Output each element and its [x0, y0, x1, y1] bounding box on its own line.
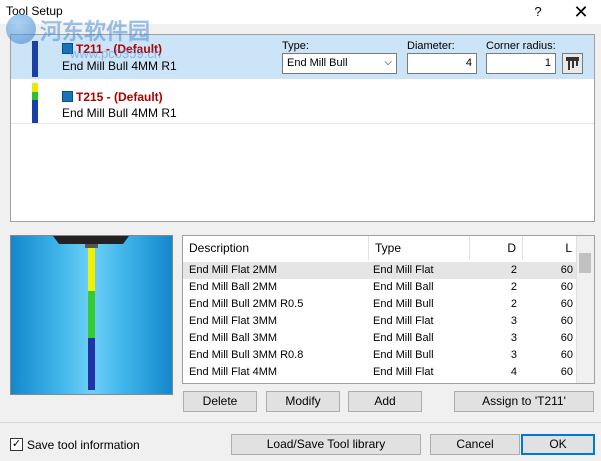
- help-button[interactable]: ?: [528, 2, 548, 22]
- type-select[interactable]: End Mill Bull ⌵: [282, 53, 397, 74]
- modify-button[interactable]: Modify: [266, 391, 340, 412]
- cell-description: End Mill Flat 2MM: [189, 264, 278, 276]
- watermark-text: 河东软件园: [40, 19, 151, 44]
- table-row[interactable]: End Mill Bull 2MM R0.5 End Mill Bull 2 60: [183, 296, 579, 313]
- column-header-type[interactable]: Type: [369, 236, 470, 260]
- cell-description: End Mill Bull 3MM R0.8: [189, 349, 304, 361]
- cell-type: End Mill Bull: [373, 298, 434, 310]
- tool-preview: [10, 235, 173, 395]
- add-button[interactable]: Add: [348, 391, 422, 412]
- cell-description: End Mill Ball 2MM: [189, 281, 278, 293]
- cell-type: End Mill Flat: [373, 315, 434, 327]
- table-row[interactable]: End Mill Flat 2MM End Mill Flat 2 60: [183, 262, 579, 279]
- column-header-l[interactable]: L: [523, 236, 579, 260]
- delete-button[interactable]: Delete: [183, 391, 257, 412]
- tool-color-bar: [32, 41, 38, 77]
- cell-d: 3: [510, 332, 517, 344]
- table-row[interactable]: End Mill Ball 2MM End Mill Ball 2 60: [183, 279, 579, 296]
- table-row[interactable]: End Mill Flat 4MM End Mill Flat 4 60: [183, 364, 579, 381]
- table-row[interactable]: End Mill Flat 3MM End Mill Flat 3 60: [183, 313, 579, 330]
- cell-description: End Mill Flat 3MM: [189, 315, 278, 327]
- cell-l: 60: [560, 298, 573, 310]
- cell-d: 3: [510, 349, 517, 361]
- divider: [0, 422, 601, 423]
- cell-l: 60: [560, 366, 573, 378]
- tool-color-chip: [62, 91, 73, 102]
- tool-description: End Mill Bull 4MM R1: [62, 59, 177, 73]
- tool-preview-drawing: [53, 236, 129, 390]
- cancel-button[interactable]: Cancel: [430, 434, 520, 455]
- cell-type: End Mill Bull: [373, 349, 434, 361]
- diameter-input[interactable]: 4: [407, 53, 477, 74]
- column-header-d[interactable]: D: [470, 236, 523, 260]
- tool-holder-icon: [566, 57, 579, 70]
- load-save-library-button[interactable]: Load/Save Tool library: [231, 434, 421, 455]
- cell-d: 3: [510, 315, 517, 327]
- cell-type: End Mill Ball: [373, 332, 434, 344]
- cell-d: 2: [510, 298, 517, 310]
- cell-l: 60: [560, 332, 573, 344]
- tool-library-list[interactable]: Description Type D L End Mill Flat 2MM En…: [182, 235, 595, 384]
- cell-description: End Mill Ball 3MM: [189, 332, 278, 344]
- cell-d: 2: [510, 264, 517, 276]
- table-row[interactable]: End Mill Ball 3MM End Mill Ball 3 60: [183, 330, 579, 347]
- tool-color-bar: [32, 83, 38, 123]
- cell-type: End Mill Ball: [373, 281, 434, 293]
- watermark-logo-icon: [6, 14, 36, 44]
- cell-type: End Mill Flat: [373, 264, 434, 276]
- vertical-scrollbar[interactable]: [576, 236, 594, 383]
- cell-l: 60: [560, 281, 573, 293]
- tool-row-t215[interactable]: T215 - (Default) End Mill Bull 4MM R1: [11, 80, 594, 124]
- corner-radius-input[interactable]: 1: [486, 53, 556, 74]
- type-select-value: End Mill Bull: [287, 57, 348, 69]
- cell-l: 60: [560, 315, 573, 327]
- column-header-description[interactable]: Description: [183, 236, 369, 260]
- cell-description: End Mill Flat 4MM: [189, 366, 278, 378]
- cell-d: 2: [510, 281, 517, 293]
- save-tool-info-checkbox[interactable]: ✓: [10, 438, 23, 451]
- tool-name: T215 - (Default): [76, 90, 163, 104]
- close-button[interactable]: ✕: [568, 2, 594, 22]
- corner-radius-label: Corner radius:: [486, 40, 556, 52]
- save-tool-info-label: Save tool information: [27, 438, 140, 452]
- cell-l: 60: [560, 264, 573, 276]
- table-row[interactable]: End Mill Bull 3MM R0.8 End Mill Bull 3 60: [183, 347, 579, 364]
- type-label: Type:: [282, 40, 309, 52]
- tool-holder-button[interactable]: [562, 53, 583, 74]
- assign-button[interactable]: Assign to 'T211': [454, 391, 594, 412]
- cell-description: End Mill Bull 2MM R0.5: [189, 298, 304, 310]
- cell-type: End Mill Flat: [373, 366, 434, 378]
- watermark-url: www.pc0359.cn: [70, 46, 162, 61]
- cell-l: 60: [560, 349, 573, 361]
- cell-d: 4: [510, 366, 517, 378]
- chevron-down-icon: ⌵: [384, 57, 392, 68]
- diameter-label: Diameter:: [407, 40, 455, 52]
- scrollbar-thumb[interactable]: [579, 253, 591, 273]
- tool-description: End Mill Bull 4MM R1: [62, 106, 177, 120]
- ok-button[interactable]: OK: [521, 434, 595, 455]
